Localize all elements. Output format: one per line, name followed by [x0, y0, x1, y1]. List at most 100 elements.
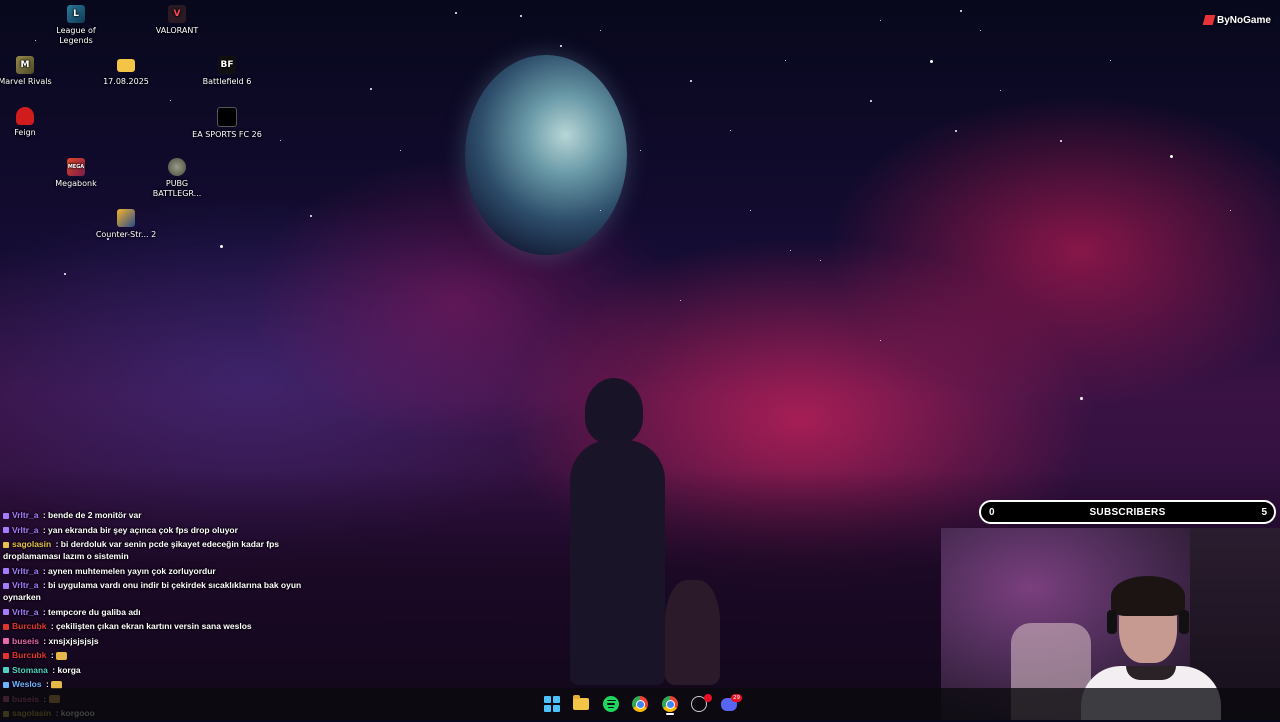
chat-message: Burcubk : çekilişten çıkan ekran kartını…	[0, 620, 310, 632]
star	[1000, 90, 1001, 91]
chrome-icon	[662, 696, 678, 712]
file-explorer-icon	[573, 695, 589, 710]
desktop-icon-ea-sports-fc-26[interactable]: EA SPORTS FC 26	[192, 107, 262, 140]
chat-badge-icon	[3, 681, 9, 688]
star	[690, 80, 692, 82]
chat-separator: :	[48, 650, 57, 660]
subscriber-goal-bar: 0 SUBSCRIBERS 5	[979, 500, 1276, 524]
chat-separator: :	[53, 539, 61, 549]
star	[455, 12, 457, 14]
chat-text: bende de 2 monitör var	[48, 510, 142, 520]
headset-right-icon	[1179, 610, 1189, 634]
star	[785, 60, 786, 61]
star	[820, 260, 821, 261]
star	[790, 250, 791, 251]
star	[64, 273, 66, 275]
star	[520, 15, 522, 17]
chat-separator: :	[40, 580, 49, 590]
chat-separator: :	[40, 565, 49, 576]
chat-text: yan ekranda bir şey açınca çok fps drop …	[48, 524, 238, 535]
star	[1060, 140, 1062, 142]
child-figure	[570, 440, 665, 685]
valorant-icon: V	[168, 5, 186, 23]
star	[955, 130, 957, 132]
star	[730, 130, 731, 131]
star	[170, 100, 171, 101]
headset-left-icon	[1107, 610, 1117, 634]
star	[930, 60, 933, 63]
chat-text: tempcore du galiba adı	[48, 606, 141, 617]
chat-username: Vrltr_a	[12, 524, 39, 535]
planet	[465, 55, 627, 255]
taskbar-chrome-active[interactable]	[660, 694, 680, 714]
chat-badge-icon	[3, 512, 9, 519]
chat-message: Vrltr_a : bi uygulama vardı onu indir bi…	[0, 579, 310, 603]
streamer-hair	[1111, 576, 1185, 616]
chat-badge-icon	[3, 623, 9, 630]
chat-separator: :	[40, 635, 49, 646]
chat-username: Burcubk	[12, 621, 47, 631]
chat-message: sagolasin : bi derdoluk var senin pcde ş…	[0, 538, 310, 562]
desktop-icon-folder[interactable]: 17.08.2025	[91, 56, 161, 87]
star	[370, 88, 372, 90]
chat-separator: :	[48, 621, 57, 631]
star	[560, 45, 562, 47]
taskbar-spotify[interactable]	[601, 694, 621, 714]
marvel-rivals-icon: M	[16, 56, 34, 74]
feign-icon	[16, 107, 34, 125]
taskbar-file-explorer[interactable]	[571, 694, 591, 714]
chat-username: Vrltr_a	[12, 510, 39, 520]
star	[1170, 155, 1173, 158]
desktop-icon-pubg[interactable]: PUBG BATTLEGR...	[142, 158, 212, 199]
star	[220, 245, 223, 248]
taskbar-chrome[interactable]	[630, 694, 650, 714]
chat-message: Vrltr_a : aynen muhtemelen yayın çok zor…	[0, 565, 310, 577]
chat-text: korga	[57, 664, 81, 675]
chat-badge-icon	[3, 541, 9, 548]
star	[1230, 210, 1231, 211]
desktop-icon-counter-strike-2[interactable]: Counter-Str... 2	[91, 209, 161, 240]
chat-text: xnsjxjsjsjsjs	[48, 635, 99, 646]
chat-separator: :	[40, 524, 49, 535]
chat-username: Vrltr_a	[12, 580, 39, 590]
chat-username: Vrltr_a	[12, 606, 39, 617]
star	[750, 210, 751, 211]
chat-username: sagolasin	[12, 539, 52, 549]
chrome-icon	[632, 696, 648, 712]
star	[640, 150, 641, 151]
folder-icon	[117, 59, 135, 72]
pubg-icon	[168, 158, 186, 176]
star	[680, 300, 681, 301]
sponsor-logo: ByNoGame	[1202, 10, 1280, 30]
desktop-icon-valorant[interactable]: V VALORANT	[142, 5, 212, 36]
chat-message: Vrltr_a : bende de 2 monitör var	[0, 509, 310, 521]
chat-text: çekilişten çıkan ekran kartını versin sa…	[56, 621, 252, 631]
spotify-icon	[603, 696, 619, 712]
desktop-icon-marvel-rivals[interactable]: M Marvel Rivals	[0, 56, 60, 87]
star	[880, 340, 881, 341]
desktop-icon-feign[interactable]: Feign	[0, 107, 60, 138]
chat-emote-icon	[56, 651, 68, 660]
obs-notification-dot	[704, 694, 712, 702]
subscriber-goal-title: SUBSCRIBERS	[1089, 507, 1166, 518]
counter-strike-icon	[117, 209, 135, 227]
child-figure-head	[585, 378, 643, 444]
league-of-legends-icon: L	[67, 5, 85, 23]
desktop-icon-battlefield-6[interactable]: BF Battlefield 6	[192, 56, 262, 87]
desktop-icon-league-of-legends[interactable]: L League of Legends	[41, 5, 111, 46]
chat-username: Vrltr_a	[12, 565, 39, 576]
start-button[interactable]	[542, 694, 562, 714]
chat-message: Vrltr_a : yan ekranda bir şey açınca çok…	[0, 524, 310, 536]
star	[310, 215, 312, 217]
taskbar-active-indicator	[666, 713, 674, 715]
chat-message: buseis : xnsjxjsjsjsjs	[0, 635, 310, 647]
bynogame-logo-icon	[1202, 15, 1216, 25]
windows-start-icon	[544, 696, 560, 712]
chat-username: Stomana	[12, 664, 48, 675]
chat-separator: :	[40, 606, 49, 617]
chat-separator: :	[40, 510, 49, 520]
chat-username: Burcubk	[12, 650, 47, 660]
cat-figure	[665, 580, 720, 685]
desktop-icon-megabonk[interactable]: MEGA Megabonk	[41, 158, 111, 189]
chat-badge-icon	[3, 527, 9, 534]
